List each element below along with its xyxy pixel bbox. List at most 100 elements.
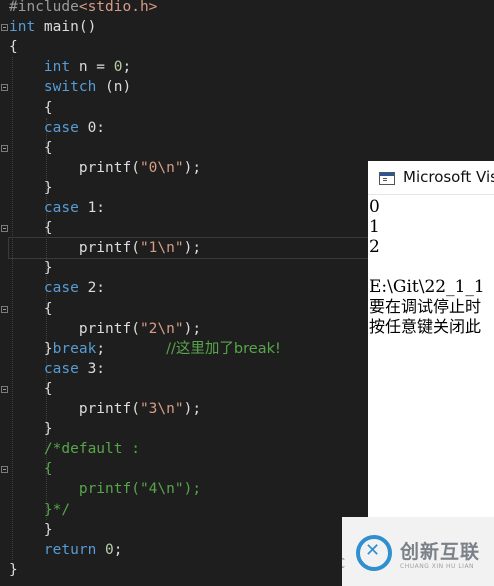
code-token: } xyxy=(9,340,53,357)
code-token: //这里加了break! xyxy=(166,340,281,357)
code-token: } xyxy=(9,179,53,196)
code-token: case xyxy=(9,200,79,216)
fold-collapse-icon[interactable] xyxy=(1,305,8,313)
code-line[interactable]: } xyxy=(9,419,53,439)
code-line[interactable]: case 3: xyxy=(9,359,105,379)
code-line[interactable]: } xyxy=(9,258,53,278)
code-line[interactable]: /*default : xyxy=(9,439,140,459)
console-output: 012 E:\Git\22_1_1 要在调试停止时 按任意键关闭此 xyxy=(368,197,494,337)
code-token: break xyxy=(52,340,97,357)
code-line[interactable]: printf("2\n"); xyxy=(9,319,201,339)
console-output-line: 按任意键关闭此 xyxy=(369,317,482,336)
code-token: ; xyxy=(96,340,167,357)
code-line[interactable]: }*/ xyxy=(9,500,70,520)
code-token: ); xyxy=(183,320,202,337)
console-app-icon xyxy=(379,172,395,185)
code-token: case xyxy=(9,360,79,377)
code-line[interactable]: case 2: xyxy=(9,278,105,298)
watermark-logo: C 创新互联 CHUANG XIN HU LIAN xyxy=(342,517,494,586)
code-token: ; xyxy=(113,541,123,558)
code-token: return xyxy=(9,541,97,558)
fold-collapse-icon[interactable] xyxy=(1,144,8,152)
code-line[interactable]: printf("1\n"); xyxy=(8,237,378,260)
brand-logo-icon xyxy=(356,535,392,571)
code-token: case xyxy=(9,119,79,136)
code-token: { xyxy=(9,139,53,156)
code-token: /*default : xyxy=(9,441,140,458)
code-token: int xyxy=(9,19,36,36)
watermark-subtitle: CHUANG XIN HU LIAN xyxy=(400,563,475,570)
code-token: (n) xyxy=(96,79,132,96)
code-token: { xyxy=(9,39,18,56)
code-token: } xyxy=(9,561,18,578)
fold-collapse-icon[interactable] xyxy=(1,466,8,474)
code-token: { xyxy=(9,220,53,237)
code-token: <stdio.h> xyxy=(78,0,158,15)
console-title-bar[interactable]: Microsoft Vis xyxy=(368,161,494,195)
code-token: printf("4\n"); xyxy=(9,481,202,498)
code-token: 3: xyxy=(78,360,106,377)
watermark-brand: 创新互联 xyxy=(400,541,481,563)
code-line[interactable]: int n = 0; xyxy=(9,57,131,77)
code-line[interactable]: { xyxy=(9,379,53,399)
code-token: n = xyxy=(70,59,114,76)
code-token: "1\n" xyxy=(139,240,184,257)
code-token: 0 xyxy=(105,541,114,558)
code-token: 2: xyxy=(78,280,106,297)
code-token: } xyxy=(9,521,53,538)
code-line[interactable]: return 0; xyxy=(9,540,123,560)
fold-collapse-icon[interactable] xyxy=(1,225,8,233)
code-token: int xyxy=(9,59,71,76)
code-line[interactable]: { xyxy=(9,459,53,479)
code-token: printf( xyxy=(9,159,140,176)
code-token: ); xyxy=(183,240,202,257)
code-token: "2\n" xyxy=(139,320,184,337)
code-line[interactable]: { xyxy=(9,138,53,158)
watermark-corner-letter: C xyxy=(342,557,345,572)
code-line[interactable]: printf("0\n"); xyxy=(9,158,201,178)
code-line[interactable]: { xyxy=(9,98,53,118)
code-line[interactable]: } xyxy=(9,178,53,198)
code-token: 0 xyxy=(113,59,123,76)
console-output-line: 2 xyxy=(369,237,380,257)
code-line[interactable]: { xyxy=(9,299,53,319)
code-token: ; xyxy=(122,59,132,76)
code-line[interactable]: }break; //这里加了break! xyxy=(9,339,281,359)
code-line[interactable]: int main() xyxy=(9,17,96,37)
code-token: main() xyxy=(35,19,97,36)
code-token: case xyxy=(9,280,79,297)
code-token: printf( xyxy=(9,401,140,417)
code-line[interactable]: { xyxy=(9,218,53,238)
code-line[interactable]: switch (n) xyxy=(9,77,131,97)
code-token: "0\n" xyxy=(139,159,184,176)
code-token: { xyxy=(9,461,53,478)
code-token: } xyxy=(9,260,53,277)
code-line[interactable]: #include<stdio.h> xyxy=(9,0,157,17)
code-token: ); xyxy=(183,159,202,176)
code-line[interactable]: printf("4\n"); xyxy=(9,479,201,499)
code-line[interactable]: } xyxy=(9,560,18,580)
code-line[interactable]: { xyxy=(9,37,18,57)
code-token: }*/ xyxy=(9,501,71,518)
console-window[interactable]: Microsoft Vis 012 E:\Git\22_1_1 要在调试停止时 按任… xyxy=(368,161,494,517)
code-line[interactable]: case 1: xyxy=(9,198,105,218)
code-token: ); xyxy=(183,401,202,417)
code-token: } xyxy=(9,421,53,438)
code-line[interactable]: } xyxy=(9,520,53,540)
code-token: printf( xyxy=(9,320,140,337)
code-token: #include xyxy=(9,0,79,15)
code-token: printf( xyxy=(9,240,140,257)
code-token: 0: xyxy=(78,119,106,136)
fold-collapse-icon[interactable] xyxy=(1,24,8,32)
code-token: { xyxy=(9,99,53,116)
code-token: switch xyxy=(9,79,97,96)
console-output-line: 1 xyxy=(369,217,380,237)
code-line[interactable]: printf("3\n"); xyxy=(9,399,201,419)
code-line[interactable]: case 0: xyxy=(9,118,105,138)
fold-collapse-icon[interactable] xyxy=(1,84,8,92)
code-token: 1: xyxy=(78,200,106,216)
console-title: Microsoft Vis xyxy=(403,168,494,186)
code-token: { xyxy=(9,380,53,397)
fold-collapse-icon[interactable] xyxy=(1,385,8,393)
console-output-line: 要在调试停止时 xyxy=(369,297,482,316)
